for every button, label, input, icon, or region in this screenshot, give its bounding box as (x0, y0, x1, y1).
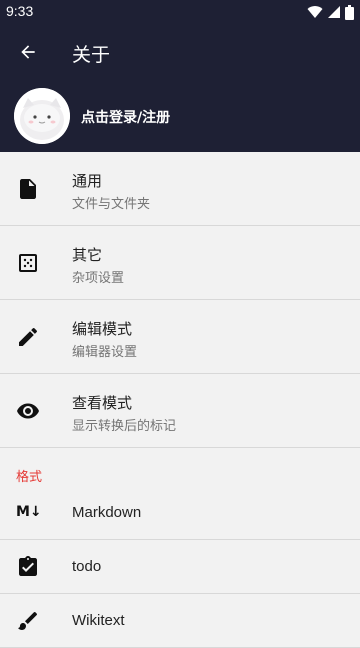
avatar[interactable] (14, 88, 70, 144)
file-icon (20, 179, 36, 199)
format-item-title: Wikitext (72, 612, 125, 629)
status-time: 9:33 (6, 3, 34, 19)
settings-item-subtitle: 编辑器设置 (72, 345, 138, 360)
settings-item-title: 查看模式 (72, 394, 133, 412)
settings-item-subtitle: 杂项设置 (72, 271, 125, 286)
battery-icon (345, 4, 354, 20)
login-register-label: 点击登录/注册 (81, 110, 171, 126)
section-title: 格式 (16, 470, 43, 485)
format-section-header: 格式 (0, 448, 360, 486)
eye-icon (17, 403, 39, 419)
clipboard-check-icon (19, 556, 37, 576)
status-bar: 9:33 (0, 0, 360, 24)
toolbar: 关于 (0, 24, 360, 80)
back-button[interactable] (12, 36, 44, 68)
settings-item-title: 其它 (72, 246, 103, 264)
dotted-square-icon (19, 254, 37, 272)
brush-icon (18, 611, 38, 630)
settings-item-general[interactable]: 通用 文件与文件夹 (0, 152, 360, 226)
format-item-title: todo (72, 558, 102, 575)
cat-avatar-icon (14, 88, 70, 144)
settings-item-view-mode[interactable]: 查看模式 显示转换后的标记 (0, 374, 360, 448)
wifi-icon (307, 6, 323, 19)
settings-item-edit-mode[interactable]: 编辑模式 编辑器设置 (0, 300, 360, 374)
pencil-icon (19, 327, 38, 346)
settings-list: 通用 文件与文件夹 其它 杂项设置 编辑模式 编辑器设置 查看模式 显示转换后的… (0, 152, 360, 648)
settings-item-title: 通用 (72, 172, 103, 190)
settings-item-title: 编辑模式 (72, 320, 133, 338)
arrow-left-icon (21, 45, 35, 59)
format-item-todo[interactable]: todo (0, 540, 360, 594)
settings-item-misc[interactable]: 其它 杂项设置 (0, 226, 360, 300)
format-item-title: Markdown (72, 504, 142, 521)
format-item-markdown[interactable]: M↓ Markdown (0, 486, 360, 540)
signal-icon (328, 6, 340, 18)
settings-item-subtitle: 显示转换后的标记 (72, 419, 177, 434)
app-header: 9:33 关于 点击登录/注册 (0, 0, 360, 152)
status-icons (307, 4, 354, 20)
markdown-icon: M↓ (16, 504, 42, 520)
settings-item-subtitle: 文件与文件夹 (72, 197, 151, 212)
page-title: 关于 (72, 44, 111, 66)
login-profile[interactable]: 点击登录/注册 (0, 84, 360, 150)
